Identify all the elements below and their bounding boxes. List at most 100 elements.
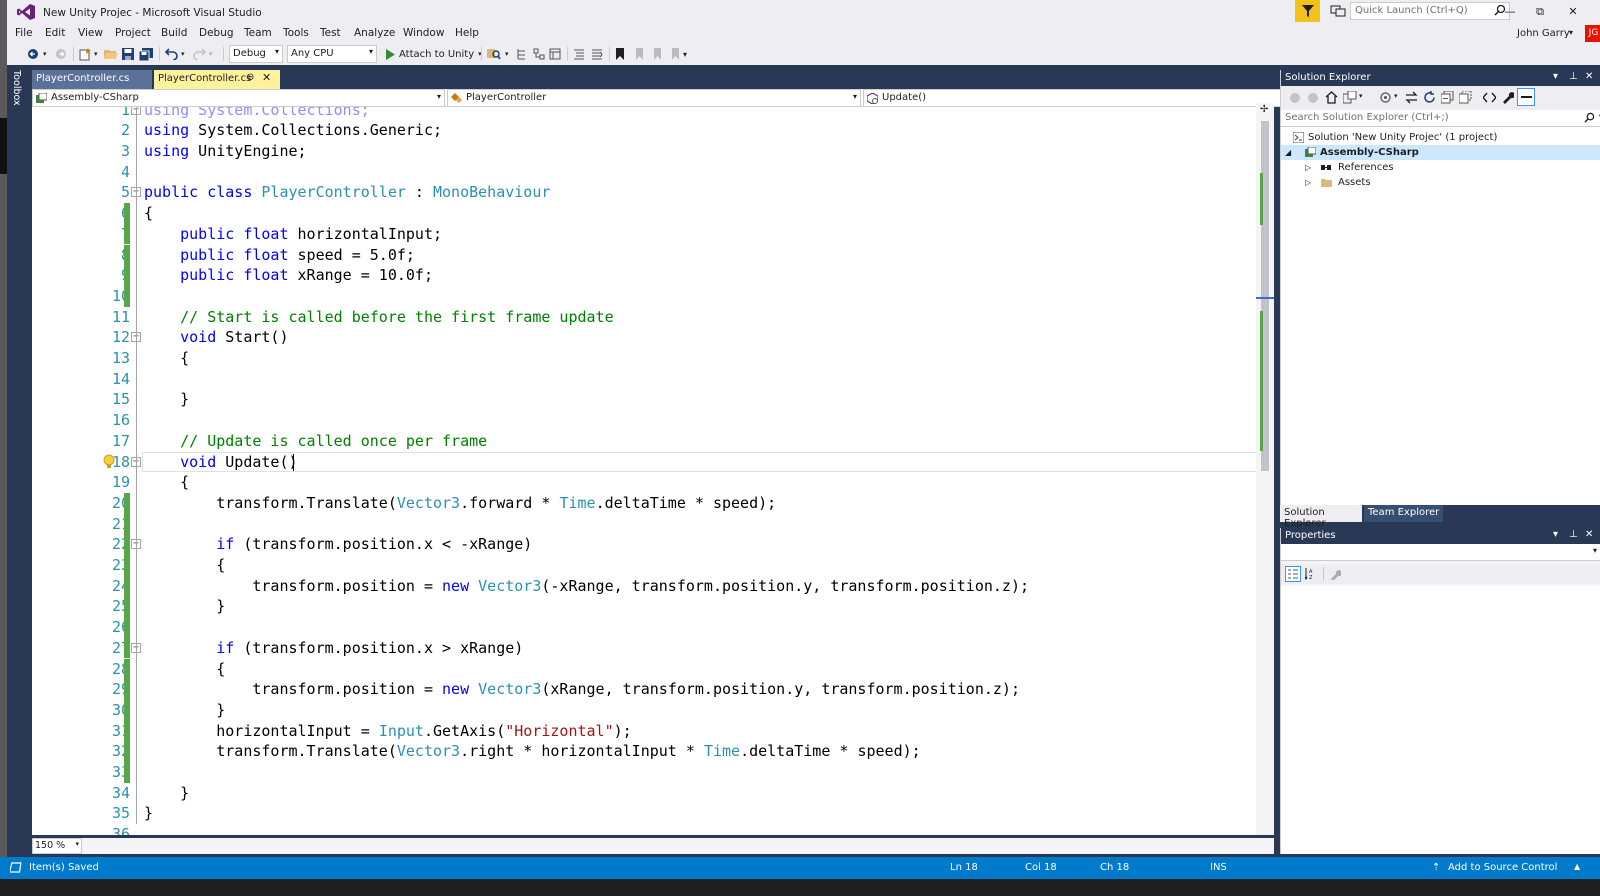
class-view-icon[interactable]	[549, 46, 561, 62]
tree-item-solution[interactable]: Solution 'New Unity Projec' (1 project)	[1293, 130, 1593, 145]
code-line[interactable]: 19 {	[32, 472, 1274, 493]
tab-playercontroller-active[interactable]: PlayerController.cs ⊖ ✕	[154, 70, 280, 89]
properties-object-select[interactable]: ▾	[1281, 544, 1600, 561]
code-line[interactable]: 35}	[32, 803, 1274, 824]
code-line[interactable]: 3 using UnityEngine;	[32, 141, 1274, 162]
chevron-up-icon[interactable]: ▲	[1574, 862, 1580, 871]
chevron-down-icon[interactable]: ▾	[1553, 71, 1558, 82]
code-line[interactable]: 16	[32, 410, 1274, 431]
refresh-icon[interactable]	[1423, 91, 1436, 104]
code-line[interactable]: 8 public float speed = 5.0f;	[32, 244, 1274, 266]
menu-analyze[interactable]: Analyze	[354, 27, 395, 39]
alphabetical-icon[interactable]: AZ	[1305, 568, 1318, 580]
code-line[interactable]: 1−using System.Collections;	[32, 107, 1274, 120]
code-line[interactable]: 2 using System.Collections.Generic;	[32, 120, 1274, 141]
pin-icon[interactable]: ⊖	[246, 72, 254, 83]
tab-solution-explorer[interactable]: Solution Explorer	[1280, 505, 1362, 529]
switch-views-icon[interactable]	[1343, 91, 1357, 104]
chevron-down-icon[interactable]: ▾	[181, 46, 185, 62]
pin-icon[interactable]: ⊥	[1569, 529, 1578, 540]
menu-team[interactable]: Team	[244, 27, 272, 39]
code-line[interactable]: 9 public float xRange = 10.0f;	[32, 265, 1274, 286]
code-line[interactable]: 23 {	[32, 555, 1274, 576]
tree-item-assembly-csharp[interactable]: ◢ Assembly-CSharp	[1285, 145, 1585, 160]
menu-file[interactable]: File	[15, 27, 33, 39]
code-line[interactable]: 20 transform.Translate(Vector3.forward *…	[32, 492, 1274, 514]
user-avatar[interactable]: JG	[1585, 25, 1600, 42]
menu-view[interactable]: View	[78, 27, 103, 39]
save-icon[interactable]	[122, 46, 134, 62]
code-line[interactable]: 6{	[32, 203, 1274, 224]
chevron-down-icon[interactable]: ▾	[209, 46, 213, 62]
menu-tools[interactable]: Tools	[283, 27, 309, 39]
preview-selected-items-button[interactable]	[1517, 88, 1535, 106]
code-line[interactable]: 34 }	[32, 783, 1274, 804]
tree-item-references[interactable]: ▷ References	[1305, 160, 1585, 175]
code-line[interactable]: 12− void Start()	[32, 327, 1274, 348]
add-to-source-control-button[interactable]: Add to Source Control	[1448, 862, 1557, 873]
restore-button[interactable]: ⧉	[1526, 2, 1554, 22]
zoom-level-select[interactable]: 150 % ▾	[32, 838, 82, 854]
navigate-back-icon[interactable]	[27, 46, 39, 62]
code-line[interactable]: 14	[32, 369, 1274, 390]
pin-icon[interactable]: ⊥	[1569, 71, 1578, 82]
show-all-files-icon[interactable]	[1459, 91, 1472, 104]
code-line[interactable]: 33	[32, 762, 1274, 783]
chevron-down-icon[interactable]: ▾	[1569, 28, 1573, 37]
notification-filter-icon[interactable]	[1295, 0, 1320, 22]
code-line[interactable]: 32 transform.Translate(Vector3.right * h…	[32, 741, 1274, 762]
new-project-icon[interactable]	[79, 46, 92, 62]
chevron-down-icon[interactable]: ▾	[43, 46, 47, 62]
collapse-all-icon[interactable]	[1441, 91, 1454, 104]
categorized-button[interactable]	[1285, 566, 1301, 582]
code-line[interactable]: 25 }	[32, 596, 1274, 618]
pending-changes-filter-icon[interactable]	[1379, 91, 1392, 104]
solution-explorer-search-input[interactable]: Search Solution Explorer (Ctrl+;) ▾	[1281, 110, 1600, 127]
next-bookmark-icon[interactable]	[651, 46, 663, 62]
tab-playercontroller-1[interactable]: PlayerController.cs	[32, 70, 152, 89]
collapsed-arrow-icon[interactable]: ▷	[1305, 160, 1311, 175]
uncomment-lines-icon[interactable]	[591, 46, 603, 62]
solution-configuration-select[interactable]: Debug ▾	[229, 45, 283, 63]
code-line[interactable]: 22− if (transform.position.x < -xRange)	[32, 534, 1274, 555]
solution-tree-icon[interactable]	[533, 46, 545, 62]
property-pages-wrench-icon[interactable]	[1329, 568, 1341, 580]
navigate-forward-icon[interactable]	[55, 46, 67, 62]
menu-project[interactable]: Project	[115, 27, 151, 39]
close-icon[interactable]: ✕	[1585, 71, 1593, 82]
member-navigation-select[interactable]: Update()▾	[863, 89, 1298, 107]
output-window-icon[interactable]	[10, 862, 22, 874]
close-icon[interactable]: ✕	[262, 71, 271, 84]
type-navigation-select[interactable]: PlayerController ▾	[447, 89, 861, 107]
chevron-down-icon[interactable]: ▾	[94, 46, 98, 62]
back-icon[interactable]	[1289, 92, 1301, 104]
open-file-icon[interactable]	[104, 46, 118, 62]
view-code-icon[interactable]	[1483, 91, 1496, 104]
lightbulb-icon[interactable]	[102, 454, 116, 470]
chevron-down-icon[interactable]: ▾	[1553, 529, 1558, 540]
chevron-down-icon[interactable]: ▾	[1359, 92, 1363, 100]
code-line[interactable]: 27− if (transform.position.x > xRange)	[32, 637, 1274, 659]
find-in-files-icon[interactable]	[487, 46, 501, 62]
editor-horizontal-scrollbar[interactable]: 150 % ▾	[32, 838, 1274, 854]
save-all-icon[interactable]	[139, 46, 153, 62]
menu-window[interactable]: Window	[403, 27, 444, 39]
undo-icon[interactable]	[165, 46, 178, 62]
code-line[interactable]: 4	[32, 162, 1274, 183]
collapsed-arrow-icon[interactable]: ▷	[1305, 175, 1311, 190]
step-icon[interactable]	[517, 46, 529, 62]
toolbar-overflow-icon[interactable]: ▾	[683, 46, 687, 62]
code-line[interactable]: 11 // Start is called before the first f…	[32, 307, 1274, 328]
user-name[interactable]: John Garry	[1517, 28, 1570, 39]
code-line[interactable]: 5−public class PlayerController : MonoBe…	[32, 182, 1274, 203]
feedback-icon[interactable]	[1330, 3, 1346, 19]
code-line[interactable]: 21	[32, 513, 1274, 535]
close-button[interactable]: ✕	[1559, 2, 1587, 22]
menu-debug[interactable]: Debug	[199, 27, 234, 39]
chevron-down-icon[interactable]: ▾	[1394, 92, 1398, 100]
tab-team-explorer[interactable]: Team Explorer	[1364, 505, 1444, 522]
menu-test[interactable]: Test	[320, 27, 341, 39]
code-line[interactable]: 7 public float horizontalInput;	[32, 223, 1274, 245]
expand-icon[interactable]: ◢	[1285, 145, 1291, 160]
code-line[interactable]: 15 }	[32, 389, 1274, 410]
